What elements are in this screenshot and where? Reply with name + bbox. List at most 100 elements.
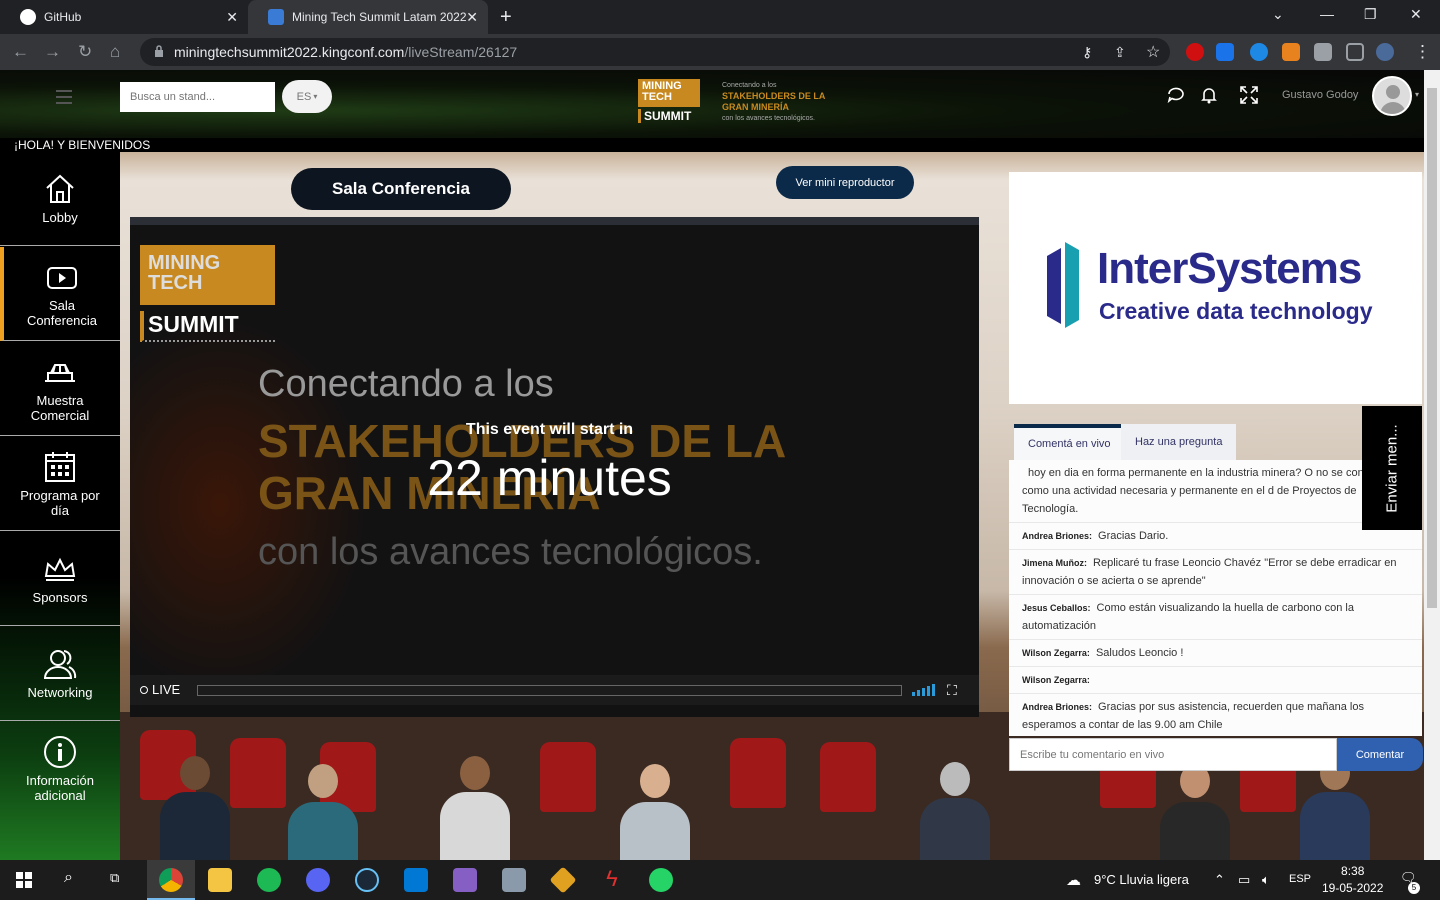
extensions-puzzle-icon[interactable] (1314, 43, 1332, 61)
audience-person (1300, 792, 1370, 860)
menu-kebab-icon[interactable]: ⋮ (1414, 42, 1431, 62)
message-author: Andrea Briones: (1022, 702, 1093, 712)
close-icon[interactable]: ✕ (466, 9, 478, 26)
back-icon[interactable]: ← (12, 42, 29, 62)
sponsor-tagline: Creative data technology (1099, 298, 1373, 324)
bell-icon[interactable] (1201, 86, 1217, 109)
page-scrollbar[interactable] (1424, 70, 1440, 860)
key-icon[interactable]: ⚷ (1082, 44, 1092, 61)
extension-new-icon[interactable] (1216, 43, 1234, 61)
sidebar-item-label: Sponsors (32, 590, 88, 605)
steam-icon[interactable] (355, 868, 379, 892)
tab-haz-una-pregunta[interactable]: Haz una pregunta (1121, 424, 1237, 460)
tab-comenta-en-vivo[interactable]: Comentá en vivo (1014, 424, 1125, 460)
forward-icon[interactable]: → (44, 42, 61, 62)
new-tab-icon[interactable]: + (500, 6, 512, 29)
discord-icon[interactable] (306, 868, 330, 892)
extension-fox-icon[interactable] (1282, 43, 1300, 61)
message-text: Gracias Dario. (1098, 530, 1169, 542)
send-message-label: Enviar men... (1383, 423, 1401, 513)
app-cube-icon[interactable] (502, 868, 526, 892)
sidebar-item-programa[interactable]: Programa por día (0, 437, 120, 531)
chevron-down-icon[interactable]: ▾ (1415, 90, 1419, 99)
file-explorer-icon[interactable] (208, 868, 232, 892)
sidebar-item-networking[interactable]: Networking (0, 627, 120, 721)
home-icon[interactable]: ⌂ (110, 42, 120, 62)
sidebar-item-sala-conferencia[interactable]: Sala Conferencia (0, 247, 120, 341)
bookmark-star-icon[interactable]: ☆ (1146, 42, 1160, 62)
volume-icon[interactable] (912, 684, 936, 696)
task-view-icon[interactable]: ⧉ (110, 870, 119, 886)
minimize-icon[interactable]: — (1320, 6, 1334, 22)
sidebar-item-label: Información adicional (26, 773, 94, 803)
sponsor-banner[interactable]: InterSystems Creative data technology (1009, 172, 1422, 404)
comment-input[interactable]: Escribe tu comentario en vivo (1009, 738, 1337, 771)
whatsapp-icon[interactable] (649, 868, 673, 892)
chevron-down-icon: ▾ (313, 92, 318, 101)
player-logo-bottom: SUMMIT (140, 311, 275, 342)
fullscreen-icon[interactable] (1240, 86, 1258, 109)
profile-icon[interactable] (1376, 43, 1394, 61)
spotify-icon[interactable] (257, 868, 281, 892)
stand-icon (45, 363, 75, 382)
countdown-value: 22 minutes (427, 450, 672, 506)
sidebar-item-sponsors[interactable]: Sponsors (0, 532, 120, 626)
side-panel-icon[interactable] (1346, 43, 1364, 61)
volume-tray-icon[interactable]: 🔈︎ (1262, 872, 1270, 888)
video-player[interactable]: MINING TECH SUMMIT Conectando a los STAK… (130, 217, 979, 717)
mini-player-button[interactable]: Ver mini reproductor (776, 166, 914, 199)
extension-red-icon[interactable] (1186, 43, 1204, 61)
avatar[interactable] (1372, 76, 1412, 116)
event-logo[interactable]: MINING TECH SUMMIT (638, 79, 700, 125)
reload-icon[interactable]: ↻ (78, 42, 92, 62)
tab-mining-tech[interactable]: Mining Tech Summit Latam 2022 ✕ (248, 0, 488, 34)
close-icon[interactable]: ✕ (226, 9, 238, 26)
audience-head (308, 764, 338, 798)
chat-message: Jimena Muñoz: Replicaré tu frase Leoncio … (1009, 550, 1422, 595)
audience-head (640, 764, 670, 798)
language-select[interactable]: ES ▾ (282, 80, 332, 113)
message-text: hoy en dia en forma permanente en la ind… (1022, 467, 1406, 515)
sidebar-item-muestra-comercial[interactable]: Muestra Comercial (0, 342, 120, 436)
chat-bubble-icon[interactable] (1167, 86, 1185, 109)
extension-react-icon[interactable] (1250, 43, 1268, 61)
sidebar-item-lobby[interactable]: Lobby (0, 152, 120, 246)
sidebar-item-informacion[interactable]: Información adicional (0, 722, 120, 816)
player-fullscreen-icon[interactable]: ⛶ (947, 682, 957, 699)
chrome-icon[interactable] (159, 868, 183, 892)
send-message-side-button[interactable]: Enviar men... (1362, 406, 1422, 530)
comment-submit-button[interactable]: Comentar (1337, 738, 1423, 771)
windows-start-icon[interactable] (16, 872, 32, 888)
share-icon[interactable]: ⇪ (1114, 44, 1126, 61)
clock-date: 19-05-2022 (1322, 881, 1384, 895)
github-icon (20, 9, 36, 25)
lightning-app-icon[interactable]: ϟ (600, 866, 624, 891)
user-name[interactable]: Gustavo Godoy (1282, 89, 1358, 101)
page-title: Sala Conferencia (291, 168, 511, 210)
close-window-icon[interactable]: ✕ (1410, 6, 1422, 23)
event-slogan: Conectando a los STAKEHOLDERS DE LA GRAN… (722, 80, 832, 124)
url-path: /liveStream/26127 (404, 44, 518, 60)
tab-github[interactable]: GitHub ✕ (0, 0, 248, 34)
users-icon (43, 650, 77, 679)
chat-message: Wilson Zegarra: (1009, 667, 1422, 694)
tab-title: GitHub (44, 10, 82, 24)
git-kraken-icon[interactable] (549, 866, 577, 894)
windows-taskbar: ⌕ ⧉ ϟ ☁ 9°C Lluvia ligera ⌃ ▭ 🔈︎ ESP 8:3… (0, 860, 1440, 900)
scrollbar-thumb[interactable] (1427, 88, 1437, 608)
url-field[interactable]: miningtechsummit2022.kingconf.com/liveSt… (140, 38, 1170, 66)
visual-studio-icon[interactable] (453, 868, 477, 892)
search-icon[interactable]: ⌕ (64, 869, 73, 887)
stand-search-input[interactable] (120, 82, 275, 112)
input-language[interactable]: ESP (1289, 873, 1311, 885)
maximize-icon[interactable]: ❐ (1364, 6, 1377, 23)
tray-overflow-icon[interactable]: ⌃ (1214, 872, 1225, 888)
vscode-icon[interactable] (404, 868, 428, 892)
conference-stage: Sala Conferencia Ver mini reproductor MI… (120, 152, 1424, 860)
taskbar-clock[interactable]: 8:38 19-05-2022 (1322, 863, 1383, 897)
network-icon[interactable]: ▭ (1238, 872, 1250, 888)
hamburger-icon[interactable] (56, 90, 72, 104)
tab-search-icon[interactable]: ⌄ (1272, 6, 1284, 23)
progress-bar[interactable] (197, 685, 902, 696)
weather-text[interactable]: 9°C Lluvia ligera (1094, 872, 1189, 887)
